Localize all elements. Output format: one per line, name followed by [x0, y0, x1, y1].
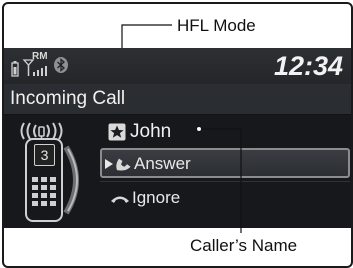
caller-name-callout-line	[196, 126, 242, 233]
manual-illustration-frame: HFL Mode RM 12:34 Incoming Call John 3 A…	[2, 2, 353, 268]
caller-name-callout-label: Caller’s Name	[190, 236, 298, 255]
